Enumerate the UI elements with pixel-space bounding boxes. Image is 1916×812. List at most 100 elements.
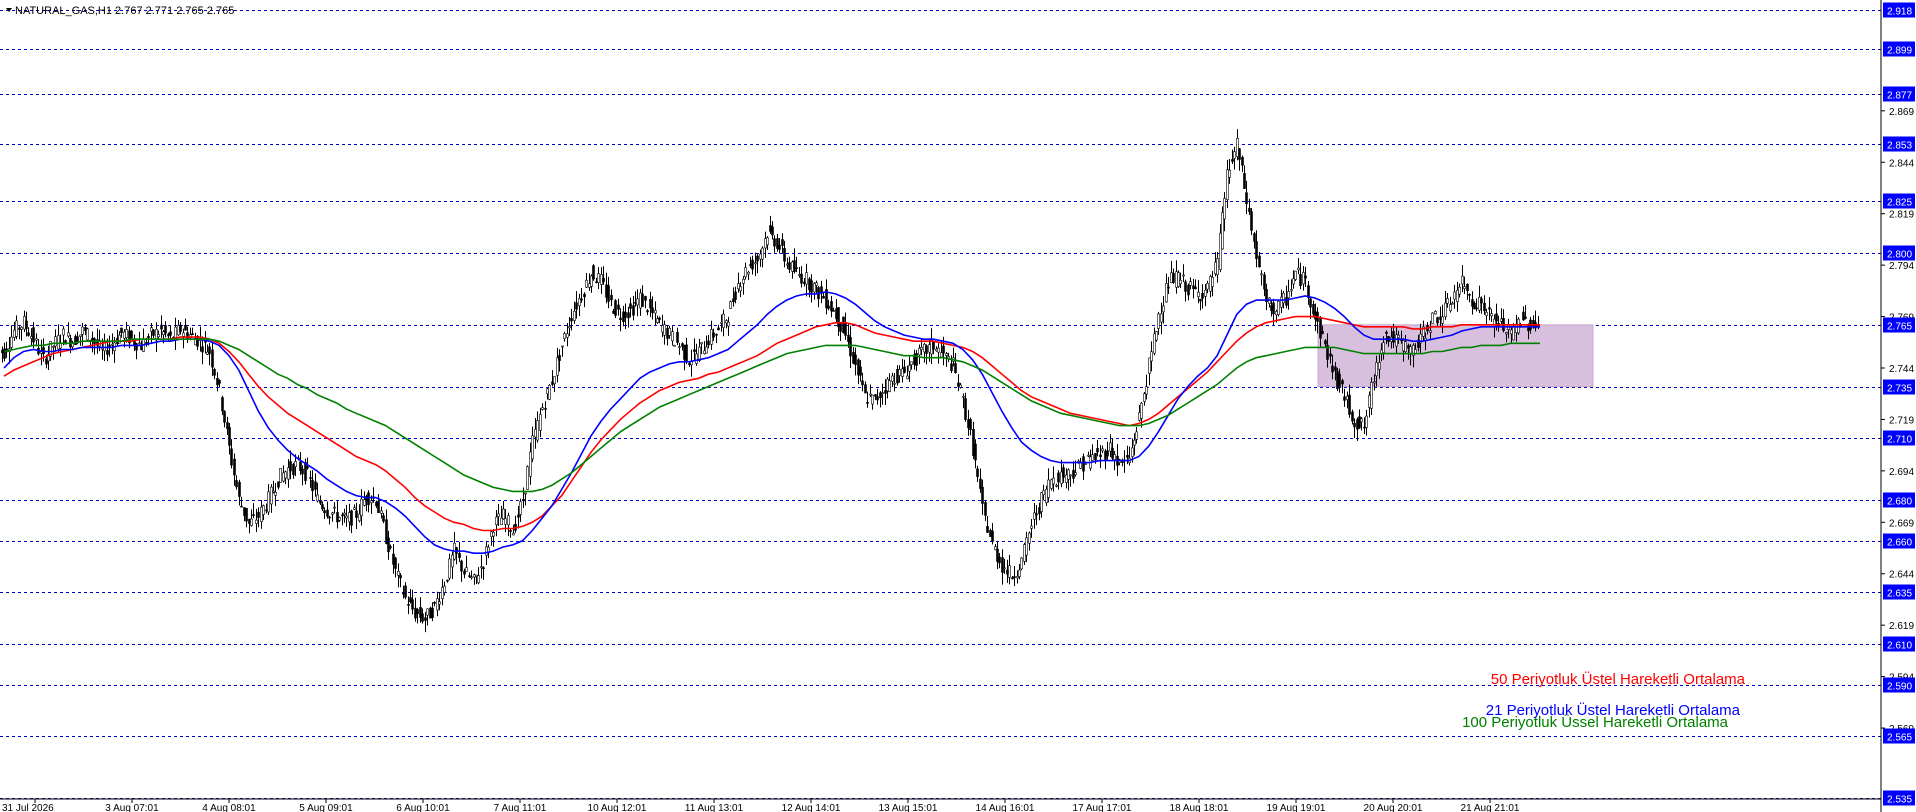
candle-body <box>932 342 935 350</box>
candle-body <box>1287 291 1290 299</box>
candle-body <box>1204 289 1207 297</box>
level-label: 2.825 <box>1887 198 1912 209</box>
candle-body <box>243 507 246 516</box>
candle-body <box>1153 333 1156 354</box>
candle-body <box>544 408 547 410</box>
candle-body <box>255 519 258 524</box>
candle-body <box>906 375 909 380</box>
candle-body <box>221 397 224 412</box>
candle-body <box>607 285 610 302</box>
level-label: 2.565 <box>1887 733 1912 744</box>
candle-body <box>424 617 427 621</box>
candle-body <box>673 344 676 347</box>
candle-body <box>1111 447 1114 459</box>
candle-body <box>1294 270 1297 280</box>
candle-body <box>184 324 187 331</box>
price-chart[interactable]: 2.8692.8442.8192.7942.7692.7442.7192.694… <box>0 0 1916 812</box>
candle-body <box>771 226 774 236</box>
candle-body <box>1275 311 1278 316</box>
level-label: 2.710 <box>1887 435 1912 446</box>
candle-body <box>1184 281 1187 292</box>
candle-body <box>1351 411 1354 422</box>
candle-body <box>160 324 163 330</box>
candle-body <box>950 363 953 371</box>
candle-body <box>1065 474 1068 483</box>
candle-body <box>120 327 123 334</box>
candle-body <box>228 427 231 446</box>
time-tick-label: 11 Aug 13:01 <box>685 803 744 812</box>
candle-body <box>1028 532 1031 544</box>
candle-body <box>1449 304 1452 312</box>
candle-body <box>1182 274 1185 277</box>
candle-body <box>1113 454 1116 460</box>
candle-body <box>1483 302 1486 312</box>
candle-body <box>644 295 647 301</box>
time-tick-label: 5 Aug 09:01 <box>299 803 353 812</box>
level-label: 2.660 <box>1887 538 1912 549</box>
candle-body <box>1512 326 1515 341</box>
candle-body <box>1099 454 1102 458</box>
candle-body <box>1475 307 1478 310</box>
candle-body <box>1299 274 1302 286</box>
candle-body <box>1226 169 1229 200</box>
candle-body <box>1162 305 1165 313</box>
candle-body <box>1197 291 1200 298</box>
candle-body <box>1233 151 1236 159</box>
candle-body <box>125 329 128 339</box>
candle-body <box>495 516 498 526</box>
candle-body <box>1319 317 1322 339</box>
candle-body <box>1510 329 1513 335</box>
candle-body <box>974 443 977 461</box>
candle-body <box>1126 455 1129 458</box>
candle-body <box>1238 148 1241 160</box>
candle-body <box>257 511 260 518</box>
candle-body <box>323 510 326 514</box>
candle-body <box>1047 479 1050 498</box>
candle-body <box>617 304 620 310</box>
candle-body <box>1055 484 1058 487</box>
candle-body <box>1236 138 1239 158</box>
candle-body <box>566 333 569 338</box>
candle-body <box>1346 395 1349 400</box>
candle-body <box>695 353 698 364</box>
candle-body <box>531 435 534 460</box>
candle-body <box>1172 273 1175 283</box>
candle-body <box>482 567 485 569</box>
candle-body <box>157 334 160 338</box>
candle-body <box>1135 431 1138 440</box>
candle-body <box>1138 412 1141 421</box>
candle-body <box>881 392 884 394</box>
candle-body <box>925 345 928 354</box>
candle-body <box>1194 286 1197 290</box>
candle-body <box>421 613 424 622</box>
candle-body <box>1003 567 1006 570</box>
candle-body <box>54 336 57 347</box>
candle-body <box>519 501 522 515</box>
candle-body <box>382 515 385 522</box>
candle-body <box>1292 278 1295 285</box>
candle-body <box>135 343 138 351</box>
candle-body <box>1241 157 1244 166</box>
candle-body <box>1309 298 1312 308</box>
candle-body <box>35 338 38 341</box>
candle-body <box>177 325 180 336</box>
candle-body <box>1321 330 1324 334</box>
candle-body <box>1485 311 1488 316</box>
candle-body <box>509 530 512 532</box>
candle-body <box>460 560 463 572</box>
candle-body <box>1062 467 1065 478</box>
candle-body <box>1495 313 1498 322</box>
candle-body <box>646 310 649 313</box>
candle-body <box>27 332 30 336</box>
candle-body <box>1453 291 1456 300</box>
time-tick-label: 14 Aug 16:01 <box>976 803 1035 812</box>
candle-body <box>150 327 153 332</box>
candle-body <box>492 531 495 537</box>
candle-body <box>1057 472 1060 483</box>
candle-body <box>338 517 341 521</box>
candle-body <box>722 313 725 328</box>
candle-body <box>1277 301 1280 315</box>
candle-body <box>954 363 957 373</box>
candle-body <box>84 327 87 332</box>
candle-body <box>541 407 544 410</box>
